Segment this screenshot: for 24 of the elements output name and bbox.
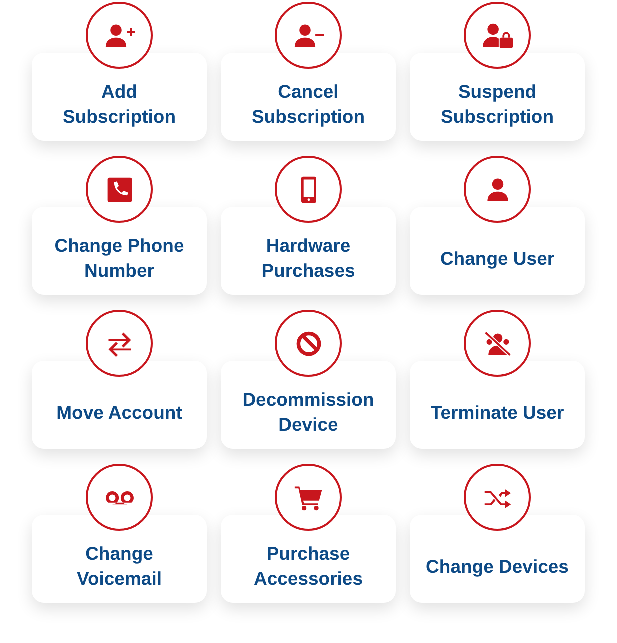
action-card[interactable]: Change Devices bbox=[410, 515, 585, 603]
action-card[interactable]: Move Account bbox=[32, 361, 207, 449]
action-card[interactable]: Hardware Purchases bbox=[221, 207, 396, 295]
action-label: Hardware Purchases bbox=[262, 234, 356, 283]
action-card[interactable]: Add Subscription bbox=[32, 53, 207, 141]
action-label: Move Account bbox=[56, 400, 182, 424]
action-label: Terminate User bbox=[430, 400, 564, 424]
action-label: Cancel Subscription bbox=[252, 80, 366, 129]
action-label: Change Voicemail bbox=[76, 542, 162, 591]
action-card[interactable]: Suspend Subscription bbox=[410, 53, 585, 141]
action-label: Suspend Subscription bbox=[440, 80, 554, 129]
action-label: Change Phone Number bbox=[54, 234, 184, 283]
action-card[interactable]: Change User bbox=[410, 207, 585, 295]
action-card[interactable]: Change Voicemail bbox=[32, 515, 207, 603]
action-card[interactable]: Decommission Device bbox=[221, 361, 396, 449]
action-card[interactable]: Change Phone Number bbox=[32, 207, 207, 295]
action-label: Change Devices bbox=[426, 554, 569, 578]
action-card[interactable]: Purchase Accessories bbox=[221, 515, 396, 603]
action-label: Decommission Device bbox=[242, 388, 374, 437]
action-card[interactable]: Cancel Subscription bbox=[221, 53, 396, 141]
action-label: Add Subscription bbox=[62, 80, 176, 129]
action-label: Purchase Accessories bbox=[254, 542, 364, 591]
action-card[interactable]: Terminate User bbox=[410, 361, 585, 449]
action-label: Change User bbox=[440, 246, 555, 270]
